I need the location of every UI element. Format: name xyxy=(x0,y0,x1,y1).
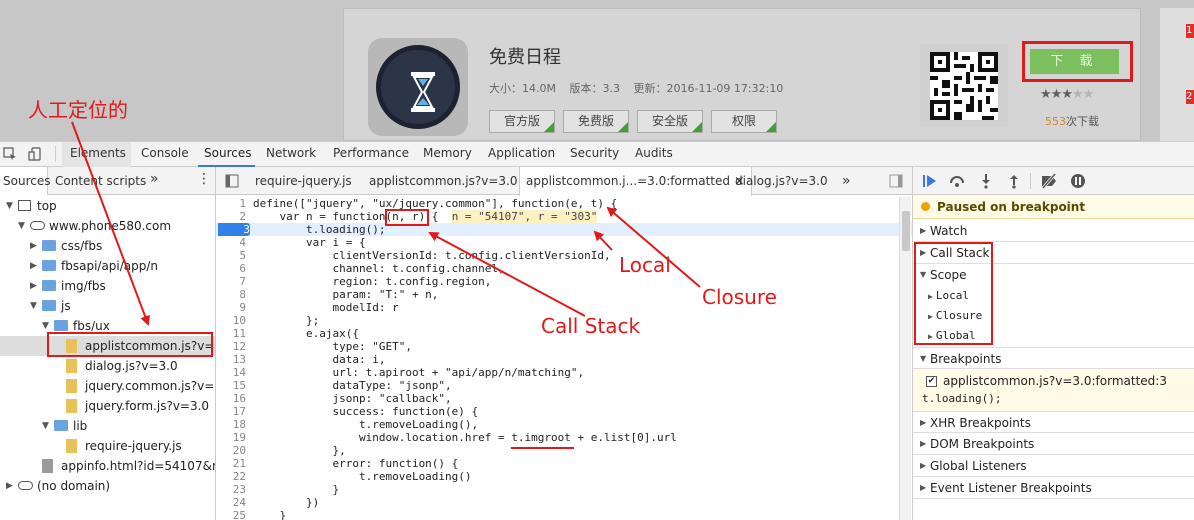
arrow-closure xyxy=(606,206,701,288)
arrow-call-stack xyxy=(428,232,586,317)
arrow-to-file xyxy=(71,121,150,326)
screenshot-root: 免费日程 大小：14.0M 版本：3.3 更新：2016-11-09 17:32… xyxy=(0,0,1194,520)
annotation-arrows xyxy=(71,121,701,326)
arrow-local xyxy=(593,230,613,251)
